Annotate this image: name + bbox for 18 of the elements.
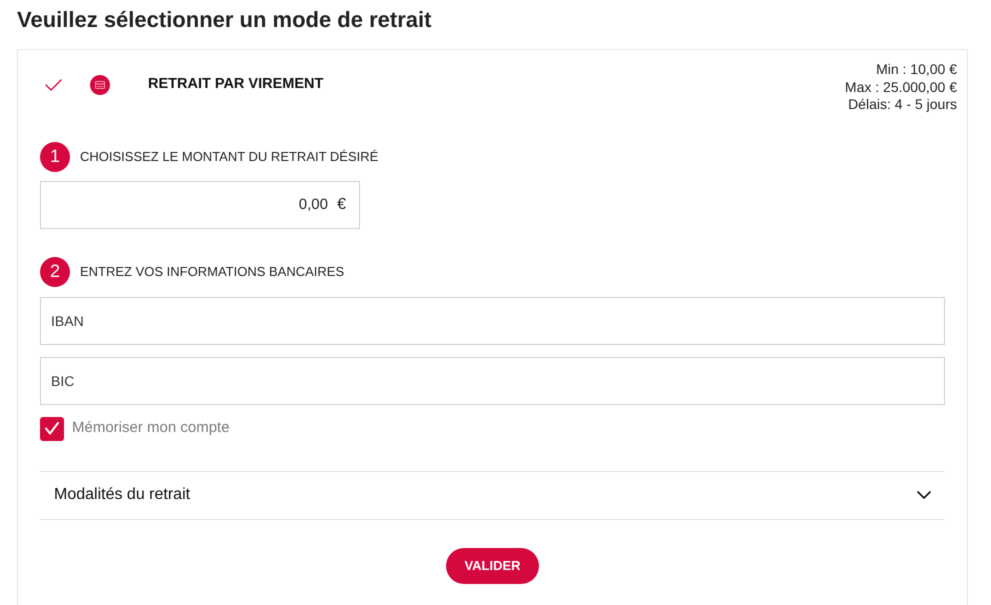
method-title: RETRAIT PAR VIREMENT — [148, 74, 324, 94]
check-icon — [45, 422, 59, 435]
submit-button[interactable]: VALIDER — [446, 548, 539, 584]
limit-text: Max : 25.000,00 € — [844, 78, 957, 96]
step-number: 2 — [40, 256, 70, 286]
checkbox-label: Mémoriser mon compte — [72, 418, 230, 438]
step-label: ENTREZ VOS INFORMATIONS BANCAIRES — [80, 262, 344, 281]
credit-card-icon — [90, 75, 110, 95]
limit-text: Délais: 4 - 5 jours — [848, 96, 957, 114]
step-number: 1 — [40, 142, 70, 172]
currency-symbol: € — [337, 194, 346, 214]
input-field[interactable]: IBAN — [40, 296, 945, 344]
page-title: Veuillez sélectionner un mode de retrait — [17, 6, 432, 34]
accordion-header[interactable]: Modalités du retrait — [40, 470, 945, 520]
step-label: CHOISISSEZ LE MONTANT DU RETRAIT DÉSIRÉ — [80, 148, 378, 166]
checkbox[interactable] — [40, 416, 64, 440]
input-field[interactable]: BIC — [40, 356, 945, 404]
limit-text: Min : 10,00 € — [876, 61, 957, 78]
